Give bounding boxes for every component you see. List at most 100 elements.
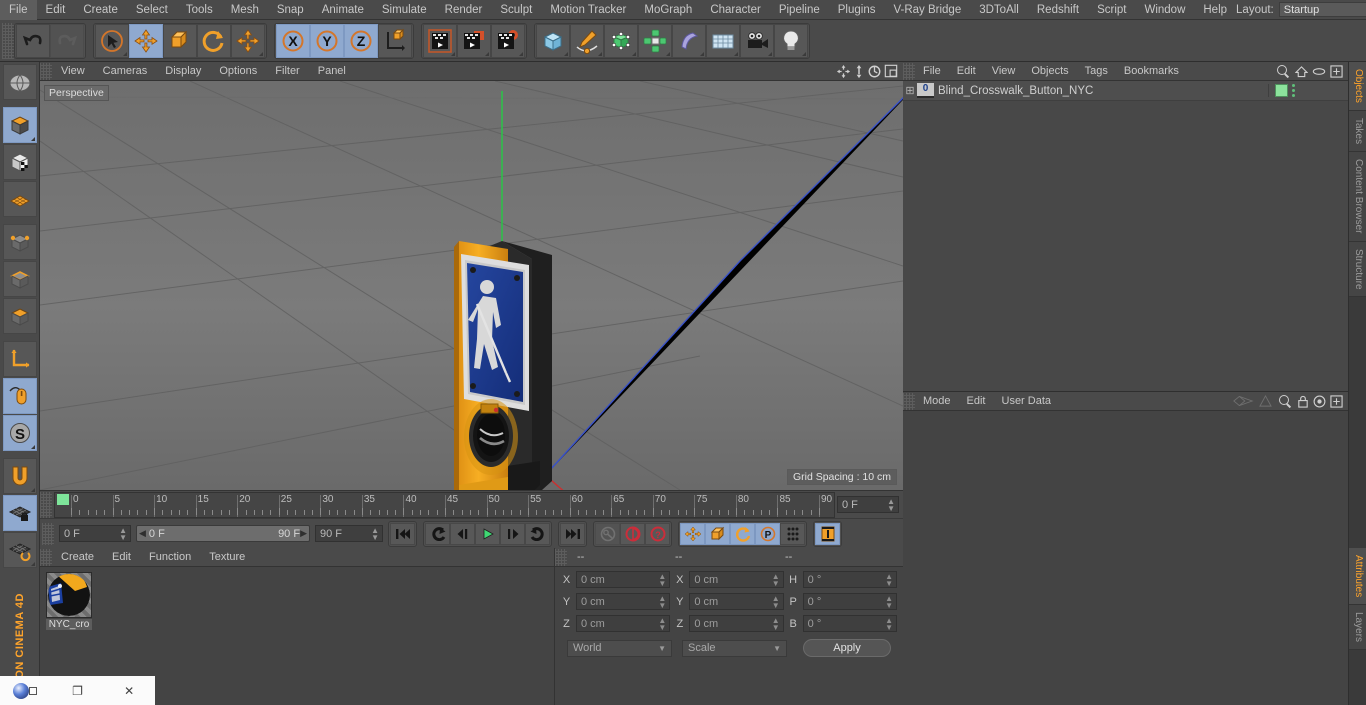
search-icon[interactable]	[1277, 393, 1293, 409]
rotation-key-button[interactable]	[730, 522, 755, 545]
menu-item-render[interactable]: Render	[436, 0, 492, 20]
attribute-menu-user-data[interactable]: User Data	[994, 392, 1060, 411]
attribute-body[interactable]	[903, 411, 1348, 705]
viewport-solo-tool-button[interactable]	[2, 378, 37, 414]
viewport-menu-filter[interactable]: Filter	[266, 62, 308, 81]
attribute-menu-mode[interactable]: Mode	[915, 392, 959, 411]
tab-layers[interactable]: Layers	[1349, 604, 1366, 650]
frame-end-field[interactable]: 90 F ▲ ▼	[315, 525, 383, 542]
enable-axis-tool-button[interactable]: S	[2, 415, 37, 451]
position-key-button[interactable]	[680, 522, 705, 545]
object-menu-view[interactable]: View	[984, 62, 1024, 81]
range-left-arrow-icon[interactable]: ◀	[139, 528, 146, 539]
attribute-grip[interactable]	[903, 392, 915, 410]
menu-item-file[interactable]: File	[0, 0, 37, 20]
texture-mode-tool-button[interactable]	[2, 144, 37, 180]
render-settings-button[interactable]	[491, 23, 525, 58]
object-manager-grip[interactable]	[903, 62, 915, 80]
edge-mode-tool-button[interactable]	[2, 261, 37, 297]
apply-button[interactable]: Apply	[803, 639, 891, 657]
next-key-button[interactable]	[525, 522, 550, 545]
transport-grip[interactable]	[42, 522, 54, 545]
menu-item-redshift[interactable]: Redshift	[1028, 0, 1088, 20]
home-icon[interactable]	[1295, 65, 1308, 78]
material-preview[interactable]	[46, 572, 92, 618]
pos-y-field[interactable]: 0 cm ▲ ▼	[576, 593, 671, 610]
menu-item-3dtoall[interactable]: 3DToAll	[970, 0, 1028, 20]
menu-item-pipeline[interactable]: Pipeline	[770, 0, 829, 20]
viewport-menu-options[interactable]: Options	[210, 62, 266, 81]
menu-item-tools[interactable]: Tools	[177, 0, 222, 20]
material-menu-function[interactable]: Function	[140, 548, 200, 567]
object-row[interactable]: ⊞ 0 Blind_Crosswalk_Button_NYC	[903, 81, 1348, 101]
scene-floor-button[interactable]	[706, 23, 740, 58]
object-menu-objects[interactable]: Objects	[1023, 62, 1076, 81]
timeline-ruler[interactable]: 0 5 10 15 20 25 30 35 40 45 50 55 60 65 70 75 80 85 90	[54, 491, 835, 518]
material-menu-texture[interactable]: Texture	[200, 548, 254, 567]
menu-item-plugins[interactable]: Plugins	[829, 0, 885, 20]
menu-item-snap[interactable]: Snap	[268, 0, 313, 20]
coordinate-space-select[interactable]: World ▼	[567, 639, 672, 657]
tag-dots-icon[interactable]	[1292, 84, 1295, 97]
viewport-grip[interactable]	[40, 62, 52, 80]
material-menu-edit[interactable]: Edit	[103, 548, 140, 567]
material-menu-create[interactable]: Create	[52, 548, 103, 567]
material-item[interactable]: NYC_cro	[46, 572, 92, 630]
axis-x-button[interactable]: X	[276, 23, 310, 58]
object-menu-tags[interactable]: Tags	[1077, 62, 1116, 81]
light-button[interactable]	[774, 23, 808, 58]
menu-item-edit[interactable]: Edit	[37, 0, 75, 20]
menu-item-help[interactable]: Help	[1194, 0, 1236, 20]
zoom-icon[interactable]	[853, 64, 865, 79]
spline-pen-button[interactable]	[570, 23, 604, 58]
lock-icon[interactable]	[1297, 395, 1309, 408]
viewport-menu-cameras[interactable]: Cameras	[94, 62, 157, 81]
axis-y-button[interactable]: Y	[310, 23, 344, 58]
menu-item-window[interactable]: Window	[1135, 0, 1194, 20]
stepper-icon[interactable]: ▲ ▼	[772, 572, 780, 587]
stepper-icon[interactable]: ▲ ▼	[885, 594, 893, 609]
rotate-icon[interactable]	[867, 64, 882, 79]
workplane-tool-button[interactable]	[2, 532, 37, 568]
material-grip[interactable]	[40, 548, 52, 566]
toolbar-grip[interactable]	[2, 22, 14, 59]
point-level-animation-button[interactable]	[780, 522, 805, 545]
polygon-mode-tool-button[interactable]	[2, 181, 37, 217]
menu-item-animate[interactable]: Animate	[313, 0, 373, 20]
workplane-lock-tool-button[interactable]	[2, 495, 37, 531]
rot-p-field[interactable]: 0 ° ▲ ▼	[802, 593, 897, 610]
expand-icon[interactable]: ⊞	[903, 84, 917, 97]
menu-item-vray-bridge[interactable]: V-Ray Bridge	[884, 0, 970, 20]
stepper-icon[interactable]: ▲ ▼	[772, 594, 780, 609]
coordinate-mode-select[interactable]: Scale ▼	[682, 639, 787, 657]
attribute-menu-edit[interactable]: Edit	[959, 392, 994, 411]
coordinate-grip[interactable]	[555, 548, 567, 566]
redo-button[interactable]	[50, 23, 84, 58]
rotate-tool-button[interactable]	[197, 23, 231, 58]
tab-content-browser[interactable]: Content Browser	[1349, 152, 1366, 242]
move-tool-button[interactable]	[129, 23, 163, 58]
magnet-tool-button[interactable]	[2, 458, 37, 494]
live-selection-tool-button[interactable]	[95, 23, 129, 58]
viewport-menu-display[interactable]: Display	[156, 62, 210, 81]
autokeying-button[interactable]	[620, 522, 645, 545]
stepper-icon[interactable]: ▲ ▼	[885, 616, 893, 631]
camera-button[interactable]	[740, 23, 774, 58]
scale-tool-button[interactable]	[163, 23, 197, 58]
model-mode-tool-button[interactable]	[2, 107, 37, 143]
face-mode-tool-button[interactable]	[2, 298, 37, 334]
stepper-icon[interactable]: ▲ ▼	[658, 572, 666, 587]
material-tag-icon[interactable]	[1275, 84, 1288, 97]
parameter-key-button[interactable]: P	[755, 522, 780, 545]
undo-button[interactable]	[16, 23, 50, 58]
axis-z-button[interactable]: Z	[344, 23, 378, 58]
stepper-icon[interactable]: ▲ ▼	[887, 497, 895, 512]
render-region-button[interactable]	[457, 23, 491, 58]
pos-x-field[interactable]: 0 cm ▲ ▼	[576, 571, 671, 588]
axis-mode-tool-button[interactable]	[2, 341, 37, 377]
target-icon[interactable]	[1313, 395, 1326, 408]
menu-item-simulate[interactable]: Simulate	[373, 0, 436, 20]
step-forward-button[interactable]	[500, 522, 525, 545]
size-y-field[interactable]: 0 cm ▲ ▼	[689, 593, 784, 610]
menu-item-character[interactable]: Character	[701, 0, 770, 20]
